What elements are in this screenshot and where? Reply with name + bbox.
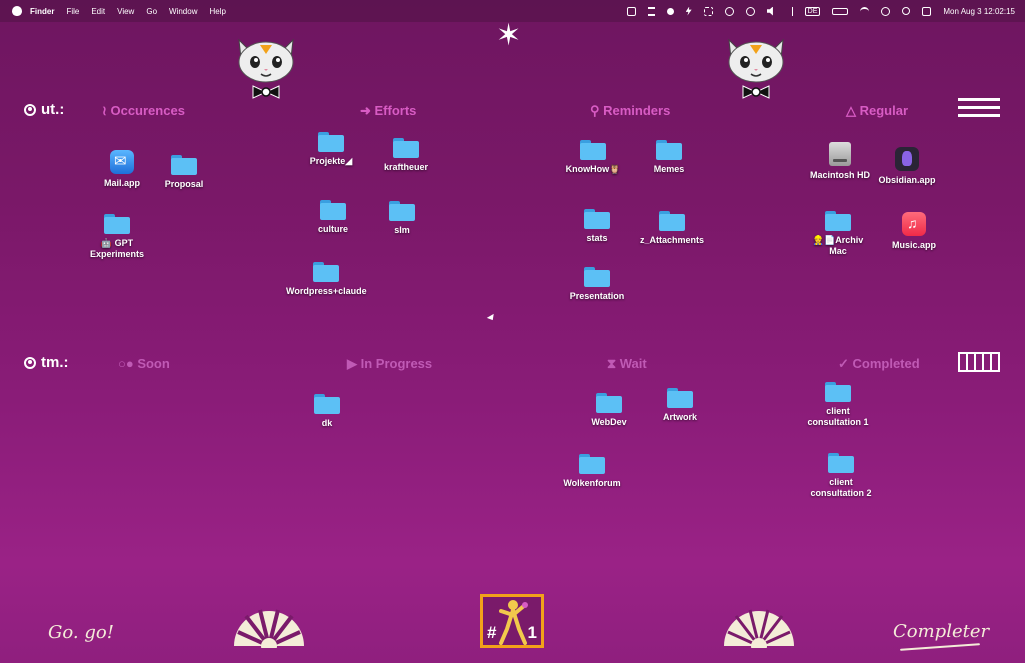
folder-icon (171, 155, 197, 175)
desktop-item-dk[interactable]: dk (282, 394, 372, 429)
col-head-completed: ✓ Completed (838, 356, 920, 371)
bolt-icon[interactable] (685, 6, 692, 16)
col-head-wait: ⧗ Wait (607, 356, 647, 371)
desktop-item-music[interactable]: Music.app (869, 212, 959, 251)
row-title-tm: tm.: (24, 354, 69, 371)
col-head-efforts: ➜ Efforts (360, 103, 417, 118)
status-area: DE Mon Aug 3 12:02:15 (615, 0, 1015, 22)
sunburst-icon-right (724, 609, 794, 648)
number-one-badge: # 1 (480, 594, 544, 648)
folder-icon (318, 132, 344, 152)
user-icon[interactable] (666, 7, 674, 15)
target-icon (24, 103, 36, 116)
desktop-item-wolkenforum[interactable]: Wolkenforum (547, 454, 637, 489)
apple-menu-icon[interactable] (12, 6, 22, 16)
desktop-item-slm[interactable]: slm (357, 201, 447, 236)
cat-mascot-left (238, 38, 294, 99)
col-head-reminders: ⚲ Reminders (590, 103, 671, 118)
desktop-item-kraftheuer[interactable]: kraftheuer (361, 138, 451, 173)
battery-icon[interactable] (832, 7, 849, 15)
clock-history-icon[interactable] (745, 6, 755, 16)
sunburst-icon-left (234, 609, 304, 648)
hourglass-icon[interactable] (647, 6, 655, 16)
folder-icon (313, 262, 339, 282)
bars-icon (958, 98, 1000, 118)
folder-icon (596, 393, 622, 413)
row-title-ut-label: ut.: (41, 101, 65, 118)
footer-completer-text: Completer (893, 621, 990, 642)
desktop-item-proposal[interactable]: Proposal (139, 155, 229, 190)
folder-icon (825, 382, 851, 402)
folder-icon (104, 214, 130, 234)
folder-icon (584, 267, 610, 287)
cat-mascot-right (728, 38, 784, 99)
menu-file[interactable]: File (66, 7, 79, 16)
hard-disk-icon (829, 142, 851, 166)
folder-icon (656, 140, 682, 160)
folder-icon (584, 209, 610, 229)
star-icon: ✶ (496, 19, 522, 52)
col-head-regular: △ Regular (846, 103, 909, 118)
desktop-item-artwork[interactable]: Artwork (635, 388, 725, 423)
folder-icon (314, 394, 340, 414)
col-head-soon: ○● Soon (118, 356, 170, 371)
wifi-icon[interactable] (860, 6, 870, 16)
folder-icon (667, 388, 693, 408)
desktop-item-client-2[interactable]: client consultation 2 (796, 453, 886, 499)
expand-icon[interactable] (703, 6, 713, 16)
menu-edit[interactable]: Edit (91, 7, 105, 16)
music-app-icon (902, 212, 926, 236)
completer-underline (900, 643, 980, 651)
menu-window[interactable]: Window (169, 7, 197, 16)
obsidian-app-icon (895, 147, 919, 171)
folder-icon (659, 211, 685, 231)
desktop-item-wordpress[interactable]: Wordpress+claude (281, 262, 371, 297)
app-status-icon[interactable] (626, 6, 636, 16)
input-source-badge[interactable]: DE (804, 6, 821, 16)
bluetooth-icon[interactable] (788, 6, 793, 16)
folder-icon (320, 200, 346, 220)
folder-icon (393, 138, 419, 158)
folder-icon (389, 201, 415, 221)
badge-number: 1 (527, 623, 537, 642)
menu-help[interactable]: Help (209, 7, 225, 16)
mail-app-icon (110, 150, 134, 174)
timer-icon (24, 356, 36, 369)
folder-icon (828, 453, 854, 473)
control-center-icon[interactable] (922, 6, 932, 16)
menu-app-name[interactable]: Finder (30, 7, 54, 16)
search-icon[interactable] (902, 7, 911, 15)
menu-go[interactable]: Go (146, 7, 157, 16)
folder-icon (579, 454, 605, 474)
folder-icon (580, 140, 606, 160)
row-title-ut: ut.: (24, 101, 64, 118)
play-circle-icon[interactable] (724, 6, 734, 16)
desktop-item-client-1[interactable]: client consultation 1 (793, 382, 883, 428)
mouse-cursor (486, 313, 497, 323)
badge-hash: # (487, 623, 497, 642)
desktop-item-obsidian[interactable]: Obsidian.app (862, 147, 952, 186)
desktop-item-attachments[interactable]: z_Attachments (627, 211, 717, 246)
row-title-tm-label: tm.: (41, 354, 69, 371)
account-icon[interactable] (881, 6, 891, 16)
folder-icon (825, 211, 851, 231)
desktop-item-presentation[interactable]: Presentation (552, 267, 642, 302)
col-head-occurences: ≀ Occurences (102, 103, 185, 118)
volume-icon[interactable] (766, 6, 773, 16)
footer-go-text: Go. go! (48, 622, 114, 643)
desktop-item-memes[interactable]: Memes (624, 140, 714, 175)
grid-icon (958, 352, 1000, 372)
menu-view[interactable]: View (117, 7, 134, 16)
menu-clock[interactable]: Mon Aug 3 12:02:15 (943, 7, 1015, 16)
desktop-item-gpt[interactable]: 🤖 GPT Experiments (72, 214, 162, 260)
col-head-in-progress: ▶ In Progress (347, 356, 433, 371)
